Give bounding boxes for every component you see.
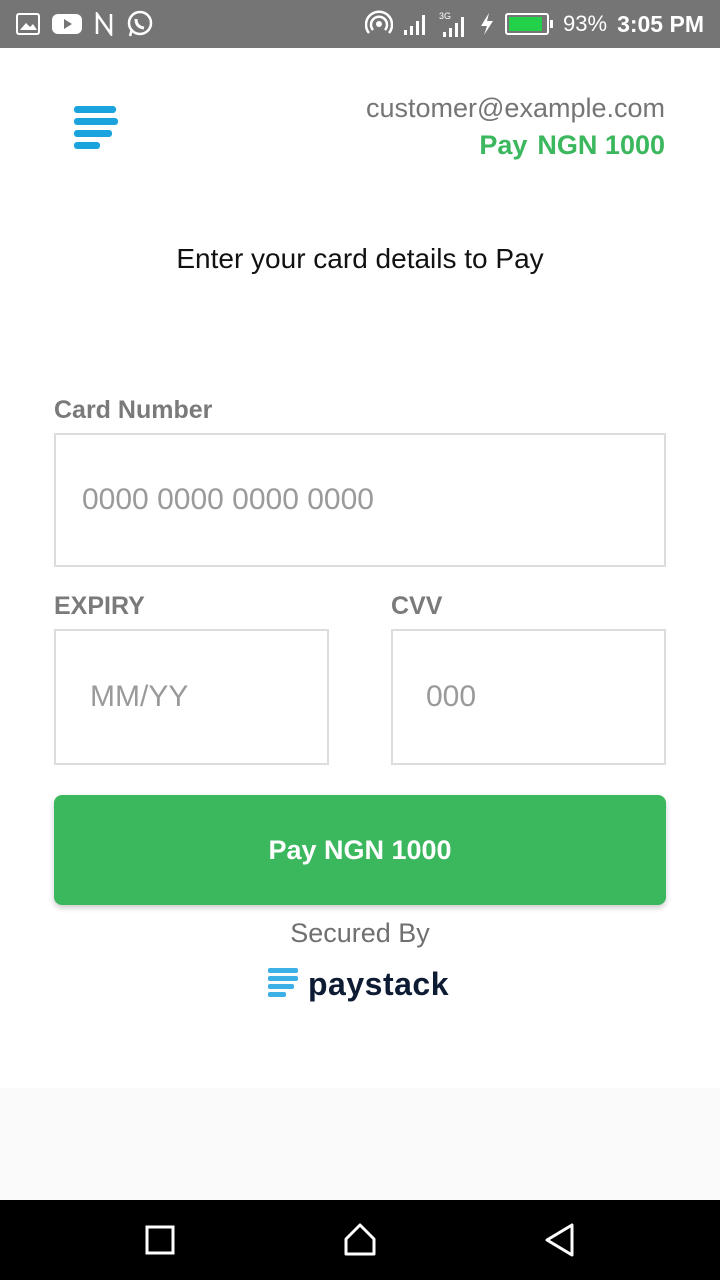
back-icon[interactable]: [540, 1220, 580, 1260]
expiry-field: [54, 629, 329, 765]
navigation-bar: [0, 1200, 720, 1280]
home-icon[interactable]: [340, 1220, 380, 1260]
paystack-wordmark: paystack: [308, 965, 449, 1002]
card-number-field: [54, 433, 666, 567]
n-icon: [95, 12, 113, 36]
youtube-icon: [52, 14, 82, 34]
paystack-logo: paystack: [268, 964, 449, 1004]
signal-icon: [404, 15, 426, 35]
page-title: Enter your card details to Pay: [176, 243, 544, 274]
clock: 3:05 PM: [617, 10, 704, 37]
battery-icon: [505, 13, 554, 35]
paystack-logo-icon: [268, 968, 298, 1000]
cvv-label: CVV: [391, 592, 443, 620]
customer-email: customer@example.com: [365, 93, 665, 123]
secured-by-text: Secured By: [290, 918, 430, 948]
card-number-label: Card Number: [54, 396, 213, 424]
page-footer: [0, 1088, 720, 1200]
card-number-input[interactable]: [56, 435, 664, 565]
hotspot-icon: [365, 10, 394, 34]
pay-amount: Pay NGN 1000: [479, 130, 665, 161]
whatsapp-icon: [127, 10, 153, 37]
svg-text:3G: 3G: [439, 11, 451, 21]
charging-icon: [481, 13, 494, 35]
status-bar: 3G 93% 3:05 PM: [0, 0, 720, 48]
signal-3g-icon: 3G: [439, 11, 465, 37]
pay-button[interactable]: Pay NGN 1000: [54, 795, 666, 905]
amount-value: NGN 1000: [537, 130, 665, 160]
recent-apps-icon[interactable]: [140, 1220, 180, 1260]
battery-percent: 93%: [563, 11, 608, 36]
cvv-input[interactable]: [393, 631, 664, 763]
pay-label: Pay: [479, 130, 528, 160]
menu-icon[interactable]: [74, 106, 120, 152]
expiry-label: EXPIRY: [54, 592, 145, 620]
expiry-input[interactable]: [56, 631, 327, 763]
gallery-icon: [16, 13, 40, 35]
cvv-field: [391, 629, 666, 765]
